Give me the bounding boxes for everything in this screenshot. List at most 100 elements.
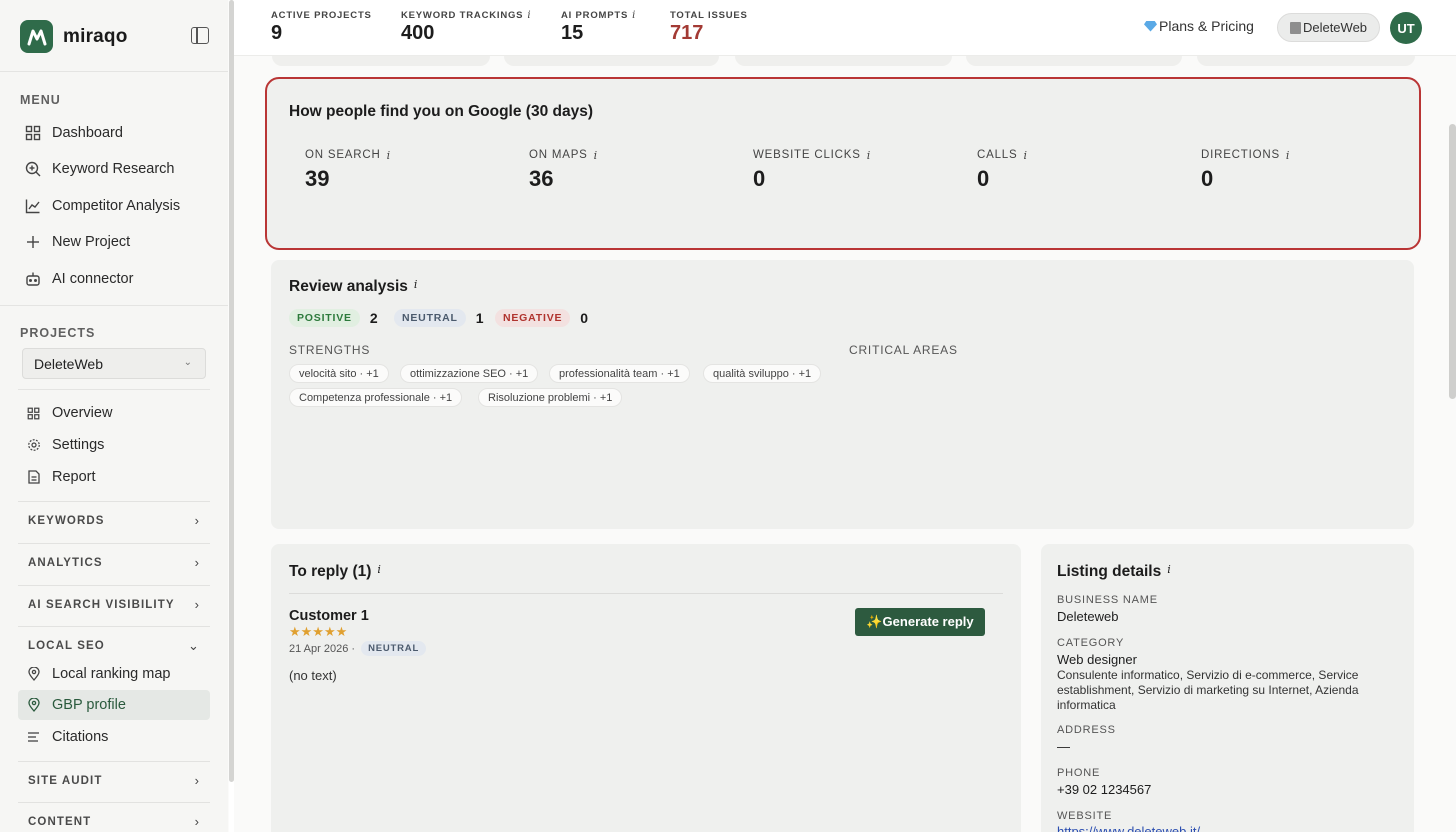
nav-citations[interactable]: Citations: [18, 722, 210, 752]
sentiment-badge: NEUTRAL: [361, 641, 427, 656]
nav-overview[interactable]: Overview: [18, 398, 210, 428]
group-label: AI SEARCH VISIBILITY: [28, 598, 175, 611]
avatar[interactable]: UT: [1390, 12, 1422, 44]
divider: [0, 71, 228, 72]
google-visibility-card: How people find you on Google (30 days) …: [265, 77, 1421, 250]
generate-reply-button[interactable]: ✨Generate reply: [855, 608, 985, 636]
main-scrollbar-thumb[interactable]: [1449, 124, 1456, 399]
critical-areas-heading: CRITICAL AREAS: [849, 343, 958, 357]
project-pill-label: DeleteWeb: [1302, 20, 1368, 35]
group-content[interactable]: CONTENT ›: [18, 802, 210, 832]
menu-section-label: MENU: [20, 93, 61, 107]
nav-label: Local ranking map: [52, 666, 171, 682]
card-title: How people find you on Google (30 days): [289, 103, 593, 120]
review-text: (no text): [289, 668, 337, 683]
neutral-badge: NEUTRAL: [394, 309, 466, 327]
listing-details-card: Listing details i BUSINESS NAME Deleteweb…: [1041, 544, 1414, 832]
info-icon[interactable]: i: [387, 149, 391, 162]
brand-name: miraqo: [63, 25, 128, 47]
nav-label: Overview: [52, 405, 113, 421]
strength-tag: ottimizzazione SEO · +1: [400, 364, 539, 383]
metric-label: ON MAPS i: [529, 149, 598, 162]
metric-label: WEBSITE CLICKS i: [753, 149, 871, 162]
info-icon[interactable]: i: [527, 10, 531, 21]
strength-tag: Competenza professionale · +1: [289, 388, 463, 407]
building-icon: [1289, 21, 1301, 34]
website-link[interactable]: https://www.deleteweb.it/: [1057, 824, 1200, 832]
group-site-audit[interactable]: SITE AUDIT ›: [18, 761, 210, 799]
metric-value: 39: [305, 166, 330, 191]
stat-label: ACTIVE PROJECTS: [271, 10, 372, 21]
divider: [289, 593, 1003, 594]
nav-new-project[interactable]: New Project: [18, 226, 210, 258]
sidebar-toggle-icon[interactable]: [191, 27, 209, 44]
neutral-count: 1: [475, 310, 484, 326]
review-meta: 21 Apr 2026 · NEUTRAL: [289, 641, 427, 656]
info-icon[interactable]: i: [1286, 149, 1290, 162]
group-analytics[interactable]: ANALYTICS ›: [18, 543, 210, 581]
strength-tag: velocità sito · +1: [289, 364, 389, 383]
metric-calls: CALLS i 0: [977, 149, 1028, 192]
metric-label-text: DIRECTIONS: [1201, 149, 1280, 161]
nav-settings[interactable]: Settings: [18, 430, 210, 460]
info-icon[interactable]: i: [377, 563, 381, 576]
nav-label: Competitor Analysis: [52, 198, 181, 214]
strength-tag: Risoluzione problemi · +1: [478, 388, 623, 407]
robot-icon: [24, 271, 41, 288]
address-value: —: [1057, 739, 1070, 754]
info-icon[interactable]: i: [1167, 563, 1171, 576]
topbar: ACTIVE PROJECTS 9 KEYWORD TRACKINGS i 400…: [234, 0, 1456, 56]
card-title-text: To reply (1): [289, 563, 372, 580]
review-date: 21 Apr 2026 ·: [289, 642, 356, 655]
nav-local-ranking-map[interactable]: Local ranking map: [18, 659, 210, 689]
address-label: ADDRESS: [1057, 724, 1116, 736]
search-plus-icon: [24, 161, 41, 178]
strengths-heading: STRENGTHS: [289, 343, 371, 357]
nav-gbp-profile[interactable]: GBP profile: [18, 690, 210, 720]
chevron-right-icon: ›: [194, 597, 200, 612]
info-icon[interactable]: i: [594, 149, 598, 162]
nav-label: Keyword Research: [52, 161, 175, 177]
divider: [18, 389, 210, 390]
nav-label: Citations: [52, 729, 109, 745]
sentiment-neutral: NEUTRAL 1: [394, 309, 484, 327]
review-author: Customer 1: [289, 608, 369, 624]
gear-icon: [26, 438, 41, 453]
list-icon: [26, 730, 41, 745]
project-pill[interactable]: DeleteWeb: [1277, 13, 1380, 42]
group-keywords[interactable]: KEYWORDS ›: [18, 501, 210, 539]
card-edge: [1197, 56, 1415, 66]
nav-ai-connector[interactable]: AI connector: [18, 263, 210, 295]
info-icon[interactable]: i: [414, 278, 418, 291]
metric-directions: DIRECTIONS i 0: [1201, 149, 1290, 192]
strength-tag: professionalità team · +1: [549, 364, 690, 383]
info-icon[interactable]: i: [867, 149, 871, 162]
group-label: ANALYTICS: [28, 556, 103, 569]
line-chart-icon: [24, 198, 41, 215]
metric-label-text: WEBSITE CLICKS: [753, 149, 861, 161]
info-icon[interactable]: i: [1023, 149, 1027, 162]
nav-report[interactable]: Report: [18, 462, 210, 492]
nav-label: AI connector: [52, 271, 134, 287]
nav-competitor-analysis[interactable]: Competitor Analysis: [18, 190, 210, 222]
project-select-value: DeleteWeb: [34, 355, 104, 372]
group-label: CONTENT: [28, 815, 92, 828]
metric-label: CALLS i: [977, 149, 1028, 162]
plans-pricing-link[interactable]: Plans & Pricing: [1144, 18, 1254, 34]
nav-dashboard[interactable]: Dashboard: [18, 117, 210, 149]
business-name-label: BUSINESS NAME: [1057, 594, 1158, 606]
pin-icon: [26, 667, 41, 682]
sentiment-positive: POSITIVE 2: [289, 309, 378, 327]
chevron-right-icon: ›: [194, 773, 200, 788]
miraqo-logo-icon: [20, 20, 53, 53]
brand[interactable]: miraqo: [20, 20, 128, 53]
info-icon[interactable]: i: [632, 10, 636, 21]
group-ai-search-visibility[interactable]: AI SEARCH VISIBILITY ›: [18, 585, 210, 623]
project-select[interactable]: DeleteWeb ⌄: [22, 348, 206, 379]
group-label: KEYWORDS: [28, 514, 105, 527]
category-label: CATEGORY: [1057, 637, 1125, 649]
positive-count: 2: [369, 310, 378, 326]
nav-keyword-research[interactable]: Keyword Research: [18, 153, 210, 185]
metric-website-clicks: WEBSITE CLICKS i 0: [753, 149, 871, 192]
stat-total-issues[interactable]: TOTAL ISSUES 717: [670, 10, 748, 45]
